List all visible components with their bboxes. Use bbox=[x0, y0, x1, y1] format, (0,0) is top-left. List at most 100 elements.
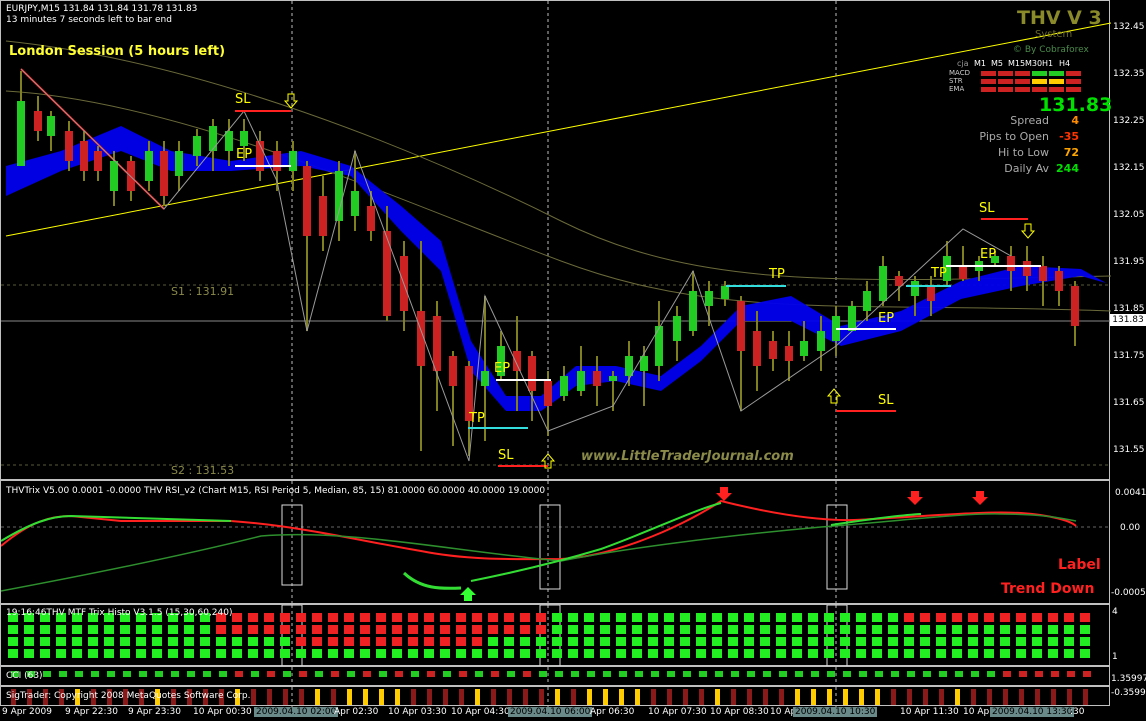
trix-histo-pane[interactable]: 19:16:46THV MTF Trix Histo V3.1.5 (15,30… bbox=[0, 604, 1110, 667]
histo-cell bbox=[1032, 625, 1042, 634]
histo-cell bbox=[872, 649, 882, 658]
tf-header: H4 bbox=[1059, 59, 1071, 68]
cci-bar bbox=[443, 671, 451, 677]
histo-cell bbox=[184, 637, 194, 646]
histo-cell bbox=[200, 637, 210, 646]
histo-cell bbox=[472, 625, 482, 634]
histo-cell bbox=[168, 649, 178, 658]
candle-body bbox=[673, 316, 681, 341]
cci-bar bbox=[587, 671, 595, 677]
histo-cell bbox=[1016, 625, 1026, 634]
price-scale[interactable]: 132.45 132.35 132.25 132.15 132.05 131.95 131.… bbox=[1110, 0, 1146, 480]
histo-cell bbox=[104, 649, 114, 658]
thv-subtitle: System bbox=[1035, 29, 1073, 40]
cci-bar bbox=[891, 671, 899, 677]
sig-bar bbox=[923, 689, 928, 705]
sig-bar bbox=[875, 689, 880, 705]
tf-signal-cell bbox=[981, 87, 996, 92]
cci-pane[interactable]: CCI (63) bbox=[0, 666, 1110, 687]
candle-body bbox=[240, 131, 248, 146]
histo-cell bbox=[760, 637, 770, 646]
histo-cell bbox=[712, 625, 722, 634]
cci-bar bbox=[59, 671, 67, 677]
histo-cell bbox=[824, 613, 834, 622]
sigtrader-pane[interactable]: SigTrader: Copyright 2008 MetaQuotes Sof… bbox=[0, 686, 1110, 707]
histo-cell bbox=[392, 649, 402, 658]
cci-bar bbox=[699, 671, 707, 677]
sl-marker: SL bbox=[235, 92, 251, 107]
histo-cell bbox=[376, 625, 386, 634]
histo-cell bbox=[648, 637, 658, 646]
histo-cell bbox=[984, 613, 994, 622]
ep-marker: EP bbox=[494, 361, 511, 376]
thv-credit: © By Cobraforex bbox=[1013, 45, 1089, 55]
cci-bar bbox=[667, 671, 675, 677]
histo-cell bbox=[392, 625, 402, 634]
candle-body bbox=[800, 341, 808, 356]
candle-body bbox=[577, 371, 585, 391]
candle-body bbox=[1071, 286, 1079, 326]
histo-cell bbox=[648, 613, 658, 622]
candle-body bbox=[80, 141, 88, 171]
histo-cell bbox=[472, 649, 482, 658]
cci-bar bbox=[139, 671, 147, 677]
trix-pane[interactable]: THVTrix V5.00 0.0001 -0.0000 THV RSI_v2 … bbox=[0, 480, 1111, 605]
candle-body bbox=[753, 331, 761, 366]
candle-body bbox=[319, 196, 327, 236]
histo-cell bbox=[520, 625, 530, 634]
cci-bar bbox=[683, 671, 691, 677]
histo-cell bbox=[792, 613, 802, 622]
histo-cell bbox=[1000, 625, 1010, 634]
histo-cell bbox=[952, 637, 962, 646]
histo-cell bbox=[1032, 613, 1042, 622]
histo-cell bbox=[824, 637, 834, 646]
tf-signal-cell bbox=[981, 71, 996, 76]
cci-bar bbox=[395, 671, 403, 677]
histo-cell bbox=[216, 625, 226, 634]
histo-cell bbox=[56, 625, 66, 634]
histo-cell bbox=[1016, 637, 1026, 646]
cci-bar bbox=[459, 671, 467, 677]
histo-cell bbox=[296, 625, 306, 634]
candle-body bbox=[655, 326, 663, 366]
cci-bar bbox=[155, 671, 163, 677]
histo-cell bbox=[520, 613, 530, 622]
histo-cell bbox=[1080, 625, 1090, 634]
histo-cell bbox=[536, 637, 546, 646]
trix-scale-bottom: -0.0005 bbox=[1111, 588, 1146, 598]
histo-cell bbox=[424, 613, 434, 622]
cci-bar bbox=[379, 671, 387, 677]
thv-title: THV V 3 bbox=[1017, 7, 1102, 29]
tf-header: M15 bbox=[1008, 59, 1026, 68]
histo-cell bbox=[72, 625, 82, 634]
histo-cell bbox=[40, 637, 50, 646]
cci-bar bbox=[811, 671, 819, 677]
cci-bar bbox=[43, 671, 51, 677]
histo-cell bbox=[904, 613, 914, 622]
histo-cell bbox=[152, 649, 162, 658]
main-chart-pane[interactable]: EURJPY,M15 131.84 131.84 131.78 131.83 1… bbox=[0, 0, 1112, 481]
cci-bar bbox=[507, 671, 515, 677]
sell-arrow-icon bbox=[907, 491, 923, 505]
histo-cell bbox=[696, 649, 706, 658]
histo-cell bbox=[552, 625, 562, 634]
candle-body bbox=[47, 116, 55, 136]
histo-cell bbox=[872, 625, 882, 634]
sig-bar bbox=[555, 689, 560, 705]
candle-body bbox=[848, 306, 856, 331]
price-scale-label: 132.35 bbox=[1113, 69, 1145, 79]
histo-cell bbox=[56, 649, 66, 658]
sig-bar bbox=[315, 689, 320, 705]
s1-label: S1 : 131.91 bbox=[171, 285, 235, 298]
histo-cell bbox=[424, 625, 434, 634]
candle-body bbox=[335, 171, 343, 221]
histo-cell bbox=[584, 637, 594, 646]
histo-cell bbox=[248, 613, 258, 622]
histo-cell bbox=[744, 649, 754, 658]
buy-arrow-icon bbox=[460, 587, 476, 601]
histo-cell bbox=[504, 613, 514, 622]
histo-cell bbox=[824, 649, 834, 658]
candle-body bbox=[94, 151, 102, 171]
cci-bar bbox=[123, 671, 131, 677]
sig-bar bbox=[283, 689, 288, 705]
